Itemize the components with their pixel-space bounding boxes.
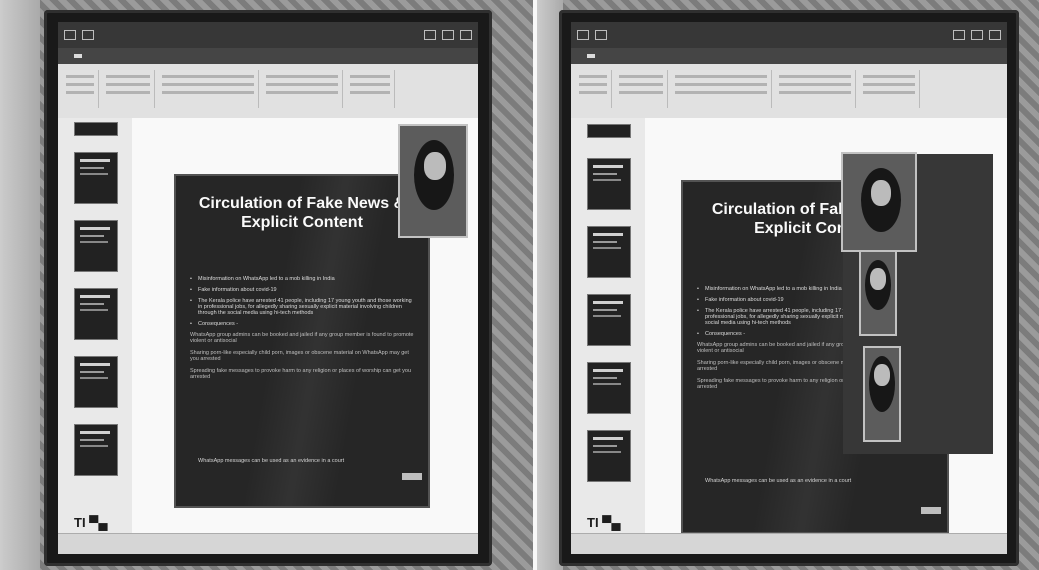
close-icon[interactable] [460,30,472,40]
quick-access-icon[interactable] [577,30,589,40]
video-feed[interactable] [863,346,901,442]
slide-thumbnail-current[interactable] [587,294,631,346]
slide-thumbnail[interactable] [587,226,631,278]
tab-home[interactable] [74,54,82,58]
slide-thumbnail[interactable] [74,122,118,136]
slide-subline: WhatsApp group admins can be booked and … [190,332,414,344]
slide-thumbnail[interactable] [587,430,631,482]
participant-face [424,152,446,180]
app-titlebar [58,22,478,48]
ribbon-toolbar [58,64,478,119]
monitor-screen: TI ▀▄ Circulation of Fake News & Explici… [571,22,1007,554]
ribbon-tabs [571,48,1007,64]
slide-subline: Sharing porn-like especially child porn,… [190,350,409,362]
minimize-icon[interactable] [424,30,436,40]
slide-bullet: The Kerala police have arrested 41 peopl… [190,298,416,316]
current-slide: Circulation of Fake News & Explicit Cont… [174,174,430,508]
slide-footer-bullet: WhatsApp messages can be used as an evid… [705,478,852,484]
slide-bullet: Consequences - [190,321,416,327]
ribbon-tabs [58,48,478,64]
slide-nav-button[interactable] [921,507,941,514]
maximize-icon[interactable] [442,30,454,40]
video-feed[interactable] [859,250,897,336]
brand-logo: TI ▀▄ [587,515,621,530]
ribbon-group-slides[interactable] [102,70,155,108]
undo-icon[interactable] [82,30,94,40]
quick-access-icon[interactable] [64,30,76,40]
slide-thumbnail[interactable] [74,152,118,204]
slide-thumbnail[interactable] [587,362,631,414]
undo-icon[interactable] [595,30,607,40]
brand-logo: TI ▀▄ [74,515,108,530]
slide-thumbnail[interactable] [74,356,118,408]
slide-thumbnail[interactable] [74,220,118,272]
app-titlebar [571,22,1007,48]
slide-bullets: Misinformation on WhatsApp led to a mob … [190,276,416,386]
slide-title: Circulation of Fake News & Explicit Cont… [198,195,406,232]
slide-bullet: Misinformation on WhatsApp led to a mob … [190,276,416,282]
slide-canvas: Circulation of Fake News & Explicit Cont… [132,118,478,534]
ribbon-group-clipboard[interactable] [62,70,99,108]
ribbon-group-slides[interactable] [615,70,668,108]
ribbon-group-font[interactable] [671,70,772,108]
ribbon-group-paragraph[interactable] [262,70,343,108]
right-photo: TI ▀▄ Circulation of Fake News & Explici… [537,0,1039,570]
ribbon-toolbar [571,64,1007,119]
ribbon-group-paragraph[interactable] [775,70,856,108]
ribbon-group-drawing[interactable] [346,70,395,108]
slide-bullet: Fake information about covid-19 [190,287,416,293]
ribbon-group-drawing[interactable] [859,70,920,108]
video-feed[interactable] [398,124,468,238]
slide-footer-bullet: WhatsApp messages can be used as an evid… [198,458,345,464]
slide-canvas: Circulation of Fake News & Explicit Cont… [645,118,1007,534]
monitor-bezel: TI ▀▄ Circulation of Fake News & Explici… [44,10,492,566]
video-feed[interactable] [841,152,917,252]
slide-thumbnails: TI ▀▄ [58,118,133,534]
slide-thumbnail[interactable] [587,124,631,138]
slide-subline: Spreading fake messages to provoke harm … [190,368,412,380]
monitor-screen: TI ▀▄ Circulation of Fake News & Explici… [58,22,478,554]
status-bar [571,533,1007,554]
maximize-icon[interactable] [971,30,983,40]
background-wall [0,0,40,570]
left-photo: TI ▀▄ Circulation of Fake News & Explici… [0,0,533,570]
slide-thumbnail[interactable] [587,158,631,210]
slide-nav-button[interactable] [402,473,422,480]
status-bar [58,533,478,554]
minimize-icon[interactable] [953,30,965,40]
slide-thumbnail[interactable] [74,424,118,476]
tab-home[interactable] [587,54,595,58]
participant-face [870,268,886,290]
participant-face [874,364,890,386]
monitor-bezel: TI ▀▄ Circulation of Fake News & Explici… [559,10,1019,566]
slide-thumbnail-current[interactable] [74,288,118,340]
participant-face [871,180,891,206]
close-icon[interactable] [989,30,1001,40]
ribbon-group-clipboard[interactable] [575,70,612,108]
ribbon-group-font[interactable] [158,70,259,108]
slide-thumbnails: TI ▀▄ [571,118,646,534]
